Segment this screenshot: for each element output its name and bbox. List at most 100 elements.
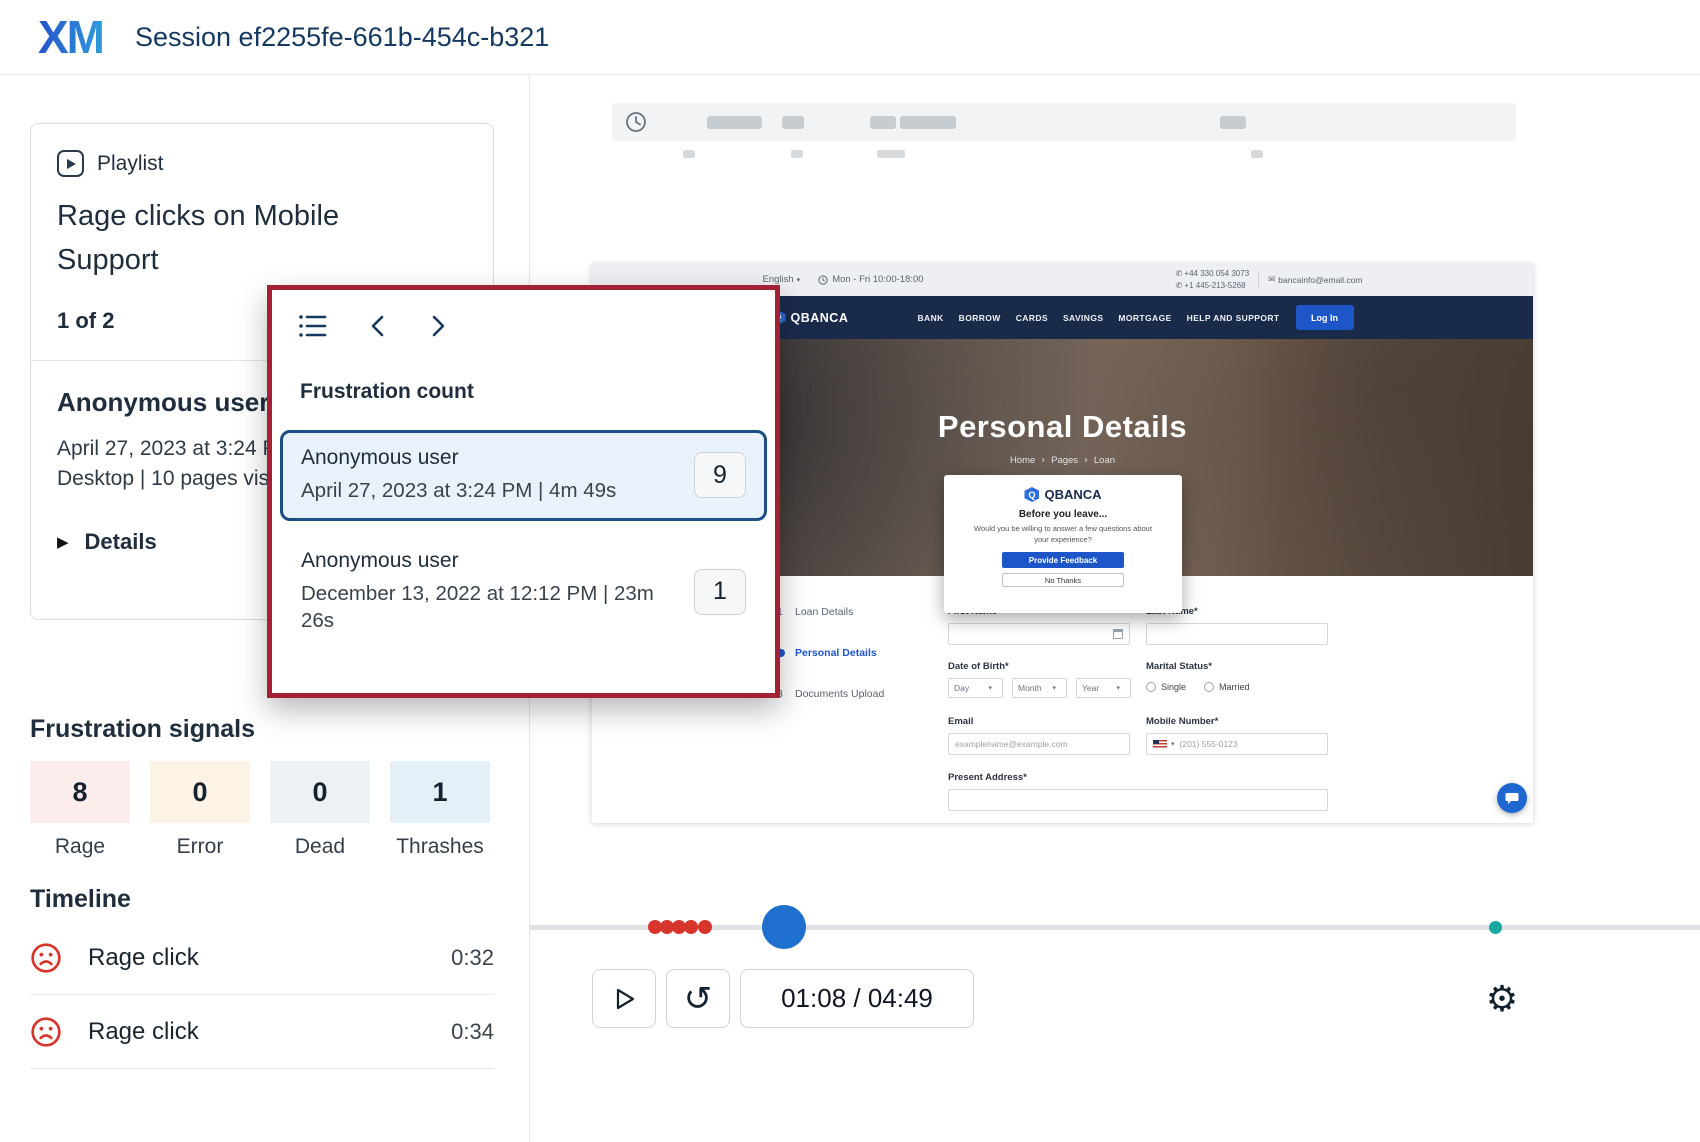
frustration-count-badge: 1	[694, 568, 746, 615]
session-item-meta: April 27, 2023 at 3:24 PM | 4m 49s	[301, 479, 617, 502]
dob-month-select: Month ▾	[1012, 678, 1067, 698]
replay-icon: ↺	[683, 978, 713, 1019]
step-label: Personal Details	[795, 647, 877, 659]
session-list-item-selected[interactable]: Anonymous user April 27, 2023 at 3:24 PM…	[280, 430, 767, 521]
details-label: Details	[84, 528, 157, 554]
radio-single: Single	[1146, 682, 1186, 692]
redacted-text-blob	[900, 116, 956, 129]
mail-icon: ✉	[1268, 274, 1276, 285]
site-email: ✉ bancainfo@email.com	[1268, 275, 1362, 285]
site-language-selector: English ▾	[763, 274, 801, 285]
xm-logo[interactable]: XM	[38, 10, 105, 64]
chat-icon	[1505, 792, 1519, 804]
browser-chrome-bar	[612, 103, 1516, 141]
last-name-input	[1146, 623, 1328, 645]
site-nav-items: BANK BORROW CARDS SAVINGS MORTGAGE HELP …	[918, 313, 1280, 323]
marital-status-label: Marital Status*	[1146, 661, 1212, 672]
phone-icon: ✆	[1175, 269, 1183, 279]
settings-button[interactable]: ⚙	[1478, 975, 1526, 1023]
play-button[interactable]	[592, 969, 656, 1028]
playlist-title: Rage clicks on Mobile Support	[57, 200, 340, 276]
site-email-label: bancainfo@email.com	[1278, 274, 1363, 285]
chevron-down-icon: ▾	[1171, 740, 1175, 748]
dob-day-select: Day ▾	[948, 678, 1003, 698]
provide-feedback-button: Provide Feedback	[1002, 552, 1124, 568]
timeline-event-row[interactable]: Rage click 0:32	[30, 921, 494, 995]
app-header: XM Session ef2255fe-661b-454c-b321	[0, 0, 1700, 75]
site-brand: Q QBANCA	[771, 310, 849, 325]
site-phone-2: +1 445-213-5268	[1184, 280, 1246, 290]
playhead-handle[interactable]	[762, 905, 806, 949]
radio-married: Married	[1204, 682, 1250, 692]
qbanca-logo-icon: Q	[1024, 487, 1040, 502]
no-thanks-button: No Thanks	[1002, 573, 1124, 587]
popup-title: Frustration count	[300, 380, 474, 403]
us-flag-icon	[1153, 739, 1167, 749]
step-personal-details: Personal Details	[777, 647, 884, 659]
stat-rage[interactable]: 8 Rage	[30, 761, 130, 859]
step-label: Loan Details	[795, 606, 854, 618]
event-time: 0:32	[451, 944, 494, 970]
site-nav-help: HELP AND SUPPORT	[1186, 312, 1280, 323]
exit-modal-body: Would you be willing to answer a few que…	[974, 524, 1152, 544]
step-loan-details: 1 Loan Details	[777, 606, 884, 618]
site-login-button: Log In	[1295, 305, 1354, 330]
rage-face-icon	[31, 1016, 61, 1047]
timeline-event-row[interactable]: Rage click 0:34	[30, 995, 494, 1069]
redacted-text-blob	[1220, 116, 1246, 129]
rage-face-icon	[31, 942, 61, 973]
stat-error-label: Error	[176, 835, 224, 858]
step-label: Documents Upload	[795, 688, 885, 700]
address-label: Present Address*	[948, 772, 1027, 783]
session-list-item[interactable]: Anonymous user December 13, 2022 at 12:1…	[280, 533, 767, 651]
stat-dead-label: Dead	[294, 835, 346, 858]
frustration-signals-heading: Frustration signals	[30, 715, 256, 743]
redacted-text-blob	[683, 150, 695, 158]
site-hours: Mon - Fri 10:00-18:00	[818, 274, 924, 285]
play-icon	[616, 988, 635, 1009]
stat-dead[interactable]: 0 Dead	[270, 761, 370, 859]
address-input	[948, 789, 1328, 811]
breadcrumb-home: Home	[1009, 455, 1036, 466]
chevron-left-icon[interactable]	[368, 312, 388, 340]
event-time: 0:34	[451, 1018, 494, 1044]
session-item-text: Anonymous user April 27, 2023 at 3:24 PM…	[301, 446, 680, 505]
email-placeholder: examplename@example.com	[955, 739, 1068, 749]
field-address: Present Address*	[948, 772, 1328, 811]
site-nav-savings: SAVINGS	[1062, 312, 1104, 323]
timeline-list: Rage click 0:32 Rage click 0:34	[30, 921, 494, 1069]
breadcrumb-current: Loan	[1093, 455, 1116, 466]
site-nav-cards: CARDS	[1015, 312, 1048, 323]
list-icon[interactable]	[298, 313, 328, 339]
rage-click-marker[interactable]	[684, 920, 698, 934]
redacted-text-blob	[791, 150, 803, 158]
chevron-down-icon: ▾	[1116, 684, 1120, 692]
breadcrumb-pages: Pages	[1051, 455, 1079, 466]
redacted-text-blob	[1251, 150, 1263, 158]
popup-header	[272, 290, 775, 340]
chevron-right-icon[interactable]	[428, 312, 448, 340]
breadcrumb-sep: ›	[1084, 455, 1088, 466]
mobile-input: ▾ (201) 555-0123	[1146, 733, 1328, 755]
stat-rage-label: Rage	[54, 835, 106, 858]
site-nav-borrow: BORROW	[958, 312, 1001, 323]
stat-thrashes-label: Thrashes	[396, 835, 484, 858]
clock-icon	[626, 112, 646, 132]
stat-error[interactable]: 0 Error	[150, 761, 250, 859]
field-mobile: Mobile Number* ▾ (201) 555-0123	[1146, 716, 1328, 755]
replay-button[interactable]: ↺	[666, 969, 730, 1028]
chevron-down-icon: ▾	[1052, 684, 1056, 692]
page-title: Session ef2255fe-661b-454c-b321	[135, 21, 550, 52]
frustration-count-popup: Frustration count Anonymous user April 2…	[267, 285, 780, 698]
exit-modal-title: Before you leave...	[1018, 509, 1108, 520]
event-marker-teal[interactable]	[1489, 921, 1502, 934]
frustration-count-badge: 9	[694, 452, 746, 499]
rage-click-marker[interactable]	[698, 920, 712, 934]
chevron-down-icon: ▾	[988, 684, 992, 692]
radio-married-label: Married	[1219, 682, 1250, 692]
exit-modal-brand: Q QBANCA	[944, 487, 1182, 502]
playback-time-display: 01:08 / 04:49	[740, 969, 974, 1028]
stat-thrashes[interactable]: 1 Thrashes	[390, 761, 490, 859]
playlist-header: Playlist	[57, 150, 467, 177]
radio-icon	[1204, 682, 1215, 692]
